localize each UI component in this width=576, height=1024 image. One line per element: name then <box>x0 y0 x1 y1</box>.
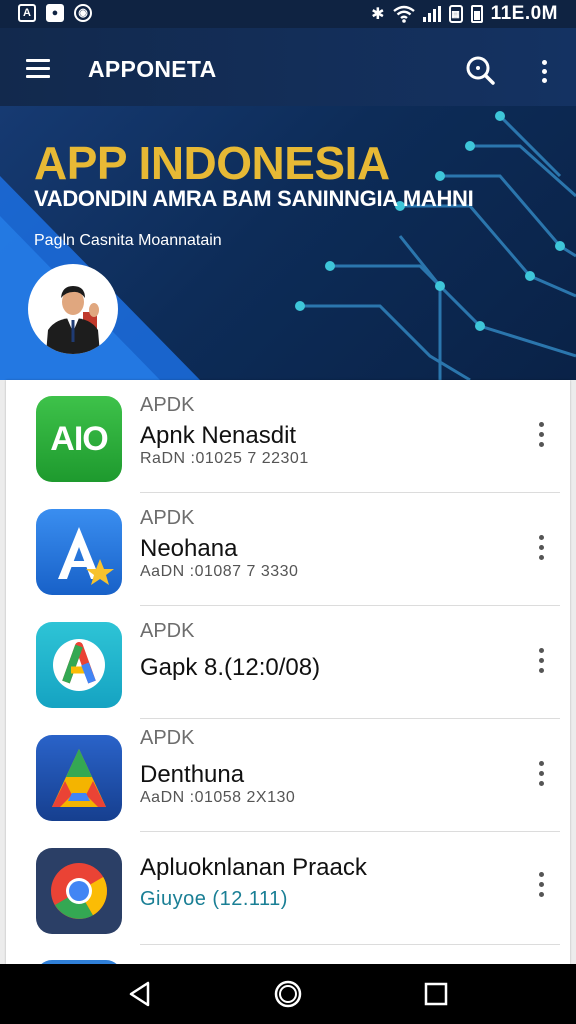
item-overflow-menu-icon[interactable] <box>534 761 548 793</box>
colorful-a-app-icon <box>36 622 122 708</box>
banner-tagline: Pagln Casnita Moannatain <box>34 232 222 249</box>
divider <box>140 944 560 945</box>
app-title: APPONETA <box>88 56 217 82</box>
notification-image-icon: A <box>18 4 36 22</box>
app-bar: APPONETA <box>0 28 576 106</box>
banner-subtitle: VADONDIN AMRA BAM SANINNGIA MAHNI <box>34 186 474 211</box>
banner-title: APP INDONESIA <box>34 137 390 189</box>
notification-app-icon: ◉ <box>74 4 92 22</box>
item-overflow-menu-icon[interactable] <box>534 648 548 680</box>
overflow-menu-icon[interactable] <box>534 54 554 86</box>
list-item[interactable]: APDK Denthuna AaDN :01058 2X130 <box>6 719 570 831</box>
item-overflow-menu-icon[interactable] <box>534 872 548 904</box>
back-icon[interactable] <box>125 979 155 1009</box>
app-category: APDK <box>140 620 195 642</box>
app-name: Apluoknlanan Praack <box>140 854 367 881</box>
clock: 11E.0M <box>490 3 558 24</box>
app-meta: Giuyoe (12.111) <box>140 888 288 910</box>
a-star-app-icon <box>36 509 122 595</box>
app-category: APDK <box>140 727 195 749</box>
search-icon[interactable] <box>464 54 496 86</box>
navigation-bar <box>0 964 576 1024</box>
app-name: Denthuna <box>140 761 245 788</box>
avatar[interactable] <box>28 264 118 354</box>
notification-photo-icon: ● <box>46 4 64 22</box>
chrome-app-icon <box>36 848 122 934</box>
item-overflow-menu-icon[interactable] <box>534 422 548 454</box>
sim-icon: ▦ <box>448 5 463 23</box>
recents-icon[interactable] <box>421 979 451 1009</box>
list-item[interactable]: Apluoknlanan Praack Giuyoe (12.111) <box>6 832 570 944</box>
home-icon[interactable] <box>273 979 303 1009</box>
app-list: AIO APDK Apnk Nenasdit RaDN :01025 7 223… <box>6 380 570 964</box>
hero-banner: APP INDONESIA VADONDIN AMRA BAM SANINNGI… <box>0 106 576 380</box>
app-category: APDK <box>140 394 195 416</box>
wifi-icon <box>392 5 415 23</box>
list-item[interactable]: APDK Gapk 8.(12:0/08) <box>6 606 570 718</box>
app-name: Apnk Nenasdit <box>140 422 297 449</box>
bluetooth-icon: ✱ <box>371 6 385 23</box>
app-name: Gapk 8.(12:0/08) <box>140 654 321 681</box>
list-item[interactable]: APDK Neohana AaDN :01087 7 3330 <box>6 493 570 605</box>
triangle-a-app-icon <box>36 735 122 821</box>
app-meta: AaDN :01058 2X130 <box>140 789 296 806</box>
battery-icon <box>470 5 483 23</box>
app-category: APDK <box>140 507 195 529</box>
list-item[interactable]: AIO APDK Apnk Nenasdit RaDN :01025 7 223… <box>6 380 570 492</box>
signal-icon <box>422 6 441 22</box>
aio-app-icon: AIO <box>36 396 122 482</box>
status-bar: A ● ◉ ✱ ▦ 11E.0M <box>0 0 576 28</box>
item-overflow-menu-icon[interactable] <box>534 535 548 567</box>
menu-icon[interactable] <box>26 59 50 83</box>
app-meta: RaDN :01025 7 22301 <box>140 450 309 467</box>
app-meta: AaDN :01087 7 3330 <box>140 563 299 580</box>
app-name: Neohana <box>140 535 238 562</box>
